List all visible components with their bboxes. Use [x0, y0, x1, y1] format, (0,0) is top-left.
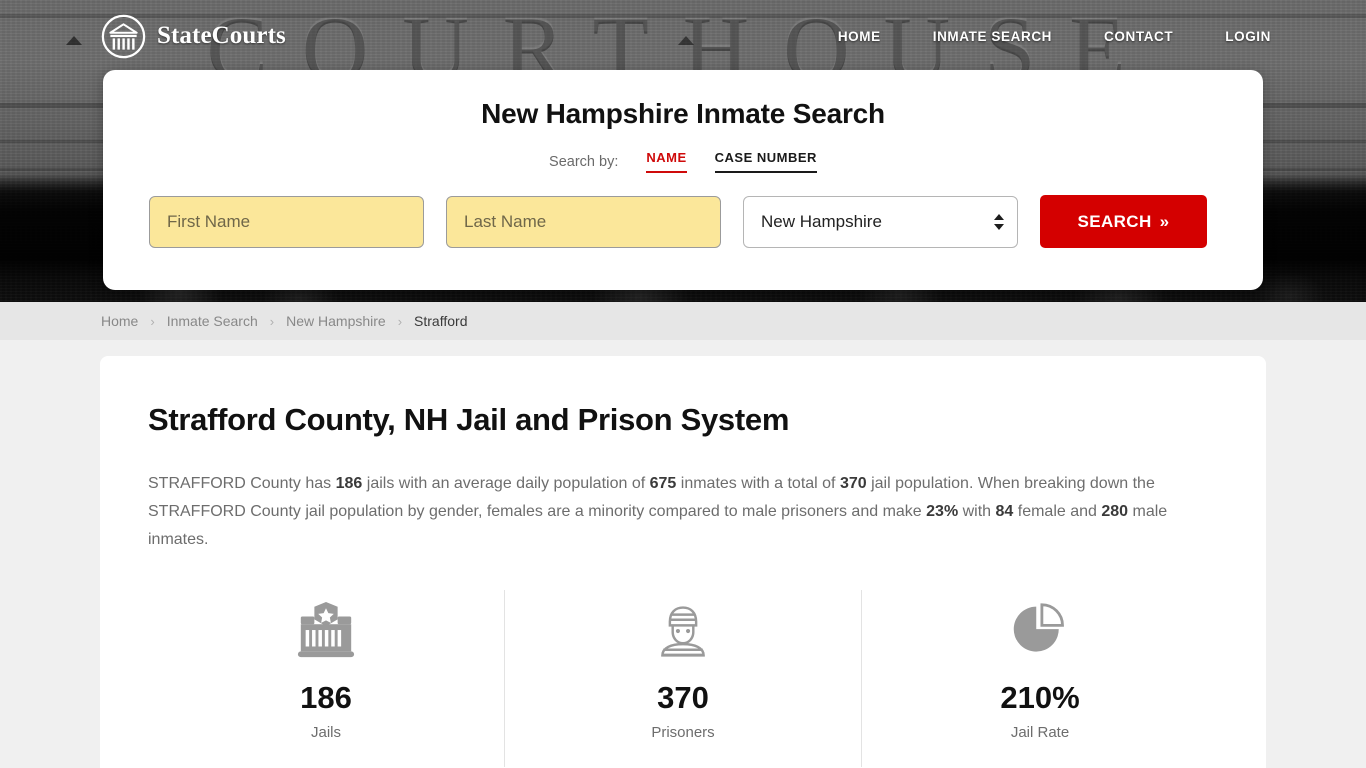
- first-name-input[interactable]: [149, 195, 424, 248]
- summary-text: inmates with a total of: [676, 475, 840, 492]
- stat-female-count-inline: 84: [995, 503, 1014, 520]
- breadcrumb-item-new-hampshire[interactable]: New Hampshire: [286, 313, 386, 329]
- stat-total-jail-population-inline: 370: [839, 475, 867, 492]
- summary-text: with: [958, 503, 996, 520]
- breadcrumb-bar: Home › Inmate Search › New Hampshire › S…: [0, 302, 1366, 340]
- page-title: Strafford County, NH Jail and Prison Sys…: [148, 402, 790, 437]
- hero-banner: COURTHOUSE StateCourts HOME INMATE SEARC…: [0, 0, 1366, 302]
- stat-card-jail-rate: 210% Jail Rate: [861, 590, 1218, 767]
- stat-value-prisoners: 370: [657, 680, 709, 715]
- stat-value-jails: 186: [300, 680, 352, 715]
- search-button[interactable]: SEARCH »: [1040, 195, 1207, 248]
- last-name-input[interactable]: [446, 195, 721, 248]
- inmate-search-panel: New Hampshire Inmate Search Search by: N…: [103, 70, 1263, 290]
- state-select[interactable]: New Hampshire: [743, 195, 1018, 248]
- county-content-card: Strafford County, NH Jail and Prison Sys…: [100, 356, 1266, 768]
- brand-logo-link[interactable]: StateCourts: [101, 14, 286, 59]
- stat-card-jails: 186 Jails: [148, 590, 504, 767]
- stat-label-jail-rate: Jail Rate: [1010, 724, 1070, 741]
- breadcrumb-separator-icon: ›: [150, 313, 155, 329]
- breadcrumb-item-inmate-search[interactable]: Inmate Search: [167, 313, 258, 329]
- top-navigation-bar: StateCourts HOME INMATE SEARCH CONTACT L…: [0, 0, 1366, 72]
- summary-text: jails with an average daily population o…: [362, 475, 650, 492]
- tab-search-by-case-number[interactable]: CASE NUMBER: [714, 150, 817, 173]
- statistics-row: 186 Jails 370 Prisoners 210% Jail Rate: [148, 590, 1218, 767]
- courthouse-logo-icon: [101, 14, 146, 59]
- double-chevron-right-icon: »: [1159, 212, 1170, 231]
- breadcrumb: Home › Inmate Search › New Hampshire › S…: [101, 313, 467, 329]
- state-select-wrapper: New Hampshire: [743, 195, 1018, 248]
- breadcrumb-separator-icon: ›: [397, 313, 403, 329]
- search-by-label: Search by:: [549, 153, 619, 170]
- summary-text: STRAFFORD County has: [148, 475, 336, 492]
- jail-building-icon: [148, 598, 504, 664]
- breadcrumb-separator-icon: ›: [269, 313, 275, 329]
- breadcrumb-item-home[interactable]: Home: [101, 313, 138, 329]
- nav-item-login[interactable]: LOGIN: [1199, 23, 1271, 50]
- summary-text: female and: [1013, 503, 1102, 520]
- stat-avg-daily-population-inline: 675: [649, 475, 677, 492]
- search-form: New Hampshire SEARCH »: [103, 195, 1263, 248]
- prisoner-icon: [505, 598, 861, 664]
- main-nav: HOME INMATE SEARCH CONTACT LOGIN: [812, 23, 1271, 50]
- pie-chart-icon: [862, 598, 1218, 664]
- search-button-label: SEARCH: [1077, 211, 1152, 231]
- stat-label-prisoners: Prisoners: [651, 724, 715, 741]
- stat-card-prisoners: 370 Prisoners: [504, 590, 861, 767]
- stat-jails-inline: 186: [335, 475, 363, 492]
- brand-name-text: StateCourts: [157, 22, 286, 49]
- nav-item-inmate-search[interactable]: INMATE SEARCH: [907, 23, 1078, 50]
- stat-male-count-inline: 280: [1101, 503, 1129, 520]
- county-summary-paragraph: STRAFFORD County has 186 jails with an a…: [148, 470, 1172, 554]
- breadcrumb-item-current: Strafford: [414, 313, 468, 329]
- stat-value-jail-rate: 210%: [1000, 680, 1080, 715]
- stat-female-percent-inline: 23%: [926, 503, 959, 520]
- search-panel-title: New Hampshire Inmate Search: [481, 98, 885, 129]
- stat-label-jails: Jails: [310, 724, 341, 741]
- nav-item-home[interactable]: HOME: [812, 23, 907, 50]
- tab-search-by-name[interactable]: NAME: [646, 150, 687, 173]
- search-by-row: Search by: NAME CASE NUMBER: [103, 150, 1263, 173]
- nav-item-contact[interactable]: CONTACT: [1078, 23, 1199, 50]
